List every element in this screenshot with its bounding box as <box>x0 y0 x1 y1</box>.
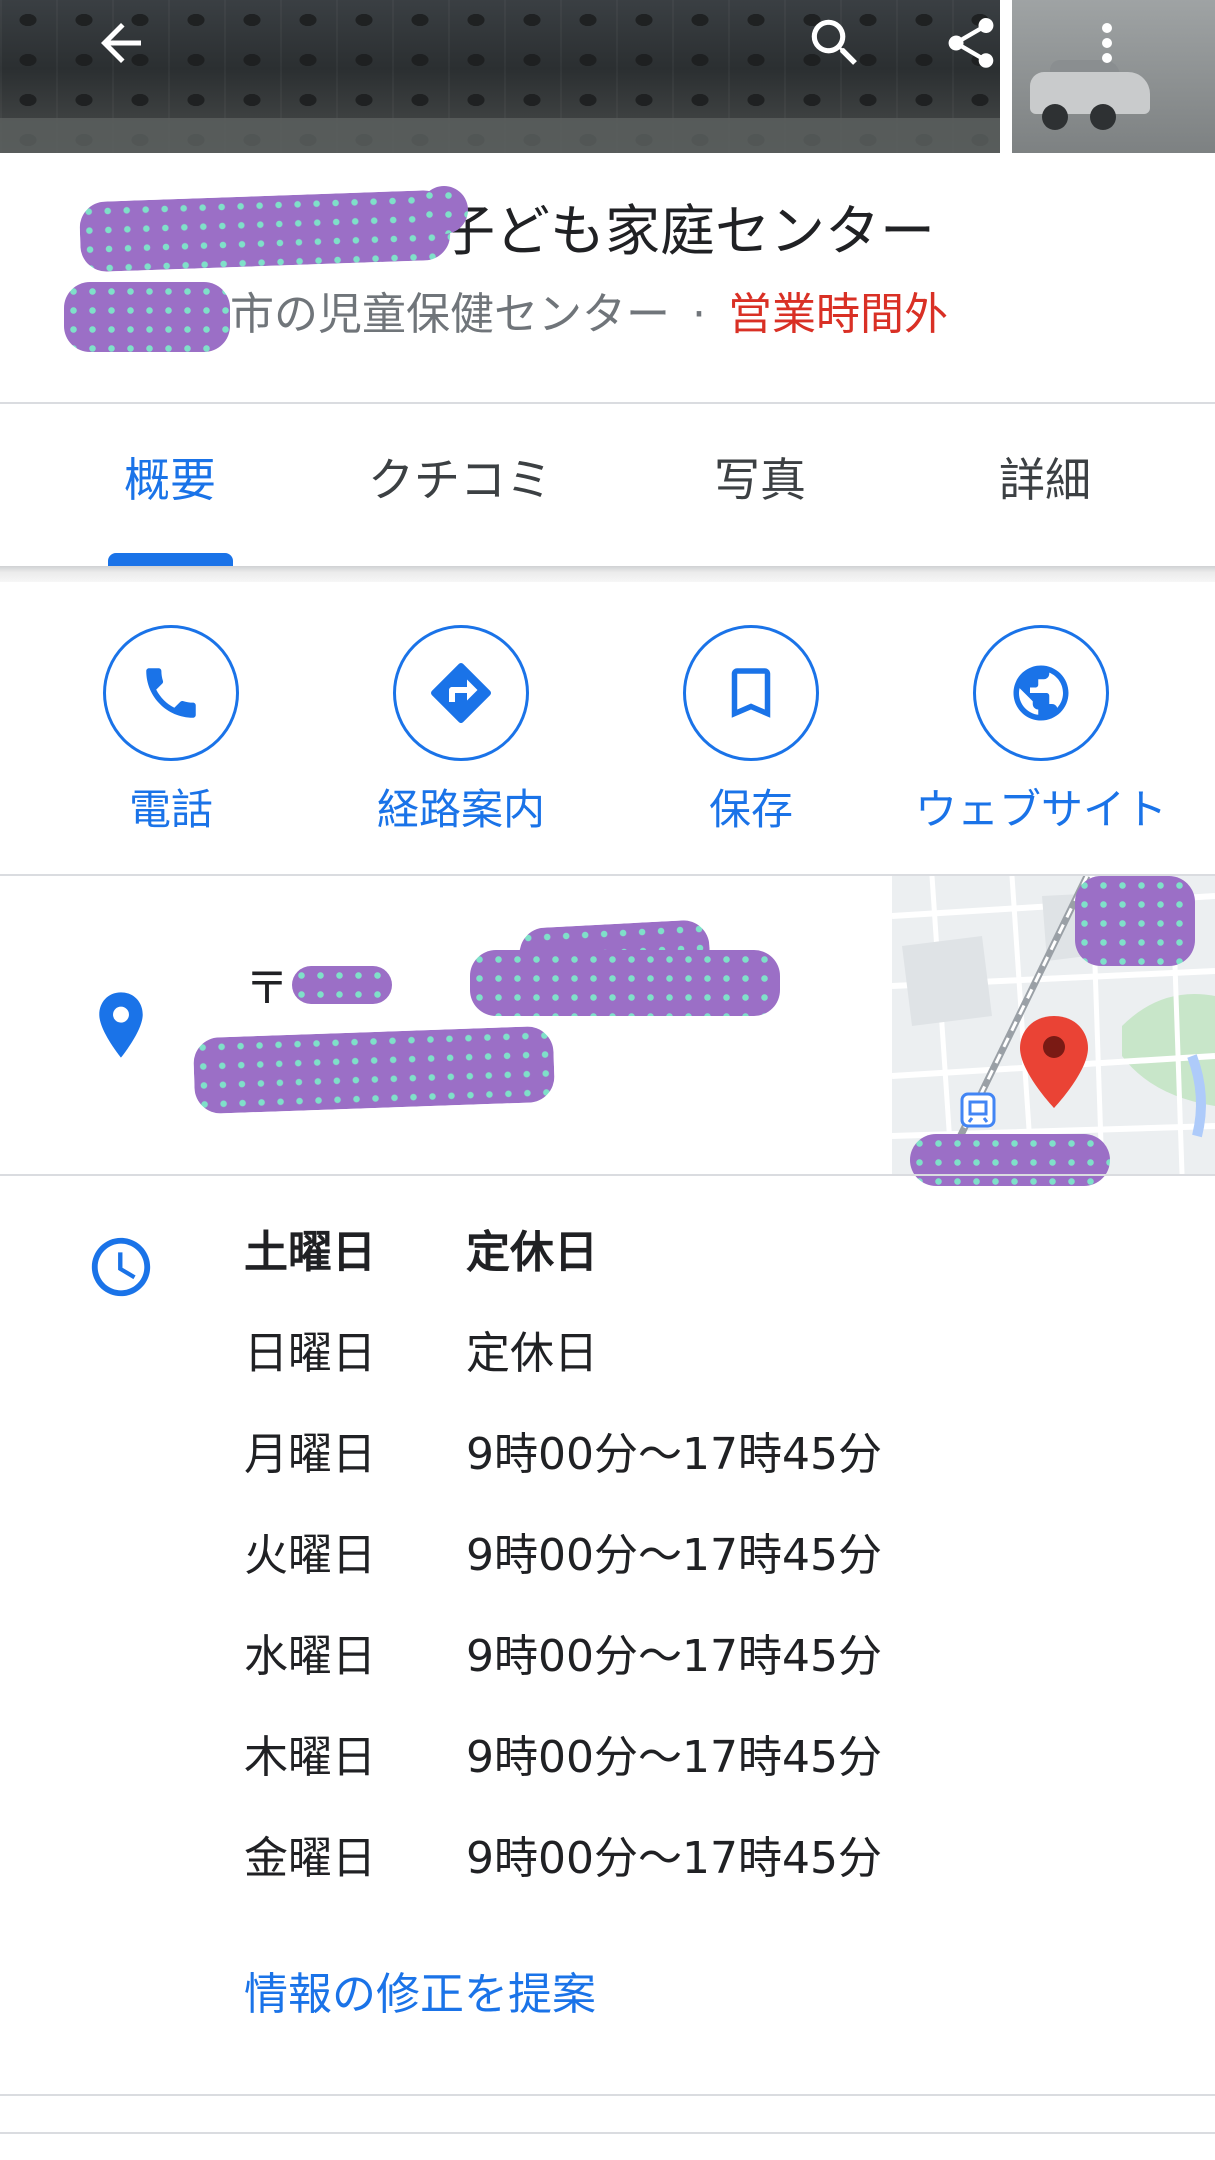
redaction-scribble <box>910 1134 1110 1186</box>
header-photo[interactable] <box>0 0 1215 153</box>
hours-value: 9時00分～17時45分 <box>466 1530 882 1581</box>
hours-day: 日曜日 <box>244 1328 376 1379</box>
hours-value: 定休日 <box>466 1227 598 1278</box>
place-title-text: 子ども家庭センター <box>440 199 936 263</box>
hours-value: 9時00分～17時45分 <box>466 1833 882 1884</box>
hours-day: 木曜日 <box>244 1732 376 1783</box>
directions-label[interactable]: 経路案内 <box>340 782 582 838</box>
divider <box>0 1174 1215 1176</box>
redaction-scribble <box>292 966 392 1004</box>
tab-bar-shadow <box>0 566 1215 582</box>
subtitle-separator: · <box>692 289 706 340</box>
status-badge: 営業時間外 <box>728 289 948 340</box>
tab-reviews-label: クチコミ <box>368 453 552 507</box>
divider <box>0 2094 1215 2096</box>
redaction-scribble <box>64 282 230 352</box>
tab-reviews[interactable]: クチコミ <box>340 440 580 520</box>
redaction-scribble <box>78 189 452 273</box>
hours-value: 定休日 <box>466 1328 598 1379</box>
hours-day: 金曜日 <box>244 1833 376 1884</box>
call-label[interactable]: 電話 <box>70 782 272 838</box>
globe-icon <box>1013 665 1069 721</box>
website-button[interactable] <box>973 625 1109 761</box>
hours-value: 9時00分～17時45分 <box>466 1732 882 1783</box>
tab-details-label: 詳細 <box>999 453 1091 507</box>
tab-details[interactable]: 詳細 <box>945 440 1145 520</box>
redaction-scribble <box>420 186 468 234</box>
hours-day: 水曜日 <box>244 1631 376 1682</box>
more-vert-icon[interactable] <box>1074 10 1140 76</box>
car-wheel <box>1042 104 1068 130</box>
road-strip <box>0 118 1000 153</box>
save-label[interactable]: 保存 <box>650 782 852 838</box>
phone-icon <box>146 668 196 718</box>
tab-photos-label: 写真 <box>714 453 806 507</box>
hours-value: 9時00分～17時45分 <box>466 1429 882 1480</box>
search-icon[interactable] <box>802 10 868 76</box>
hours-value: 9時00分～17時45分 <box>466 1631 882 1682</box>
clock-icon <box>86 1232 156 1306</box>
hours-day: 火曜日 <box>244 1530 376 1581</box>
arrow-back-icon[interactable] <box>88 10 154 76</box>
active-tab-indicator <box>108 553 233 566</box>
divider <box>0 2132 1215 2134</box>
tab-overview[interactable]: 概要 <box>80 440 260 520</box>
tab-photos[interactable]: 写真 <box>660 440 860 520</box>
directions-button[interactable] <box>393 625 529 761</box>
call-button[interactable] <box>103 625 239 761</box>
hours-day: 月曜日 <box>244 1429 376 1480</box>
redaction-scribble <box>1075 876 1195 966</box>
car-wheel <box>1090 104 1116 130</box>
directions-icon <box>431 662 492 723</box>
redaction-scribble <box>470 950 780 1016</box>
suggest-edit-link[interactable]: 情報の修正を提案 <box>244 1966 596 2024</box>
share-icon[interactable] <box>938 10 1004 76</box>
place-category: 市の児童保健センター <box>230 289 670 340</box>
divider <box>0 402 1215 404</box>
tab-overview-label: 概要 <box>124 453 216 507</box>
redaction-scribble <box>192 1025 556 1115</box>
location-pin-icon <box>92 990 150 1064</box>
website-label[interactable]: ウェブサイト <box>900 782 1182 838</box>
save-button[interactable] <box>683 625 819 761</box>
postal-mark: 〒 <box>245 963 289 1014</box>
hours-day: 土曜日 <box>244 1227 376 1278</box>
bookmark-icon <box>731 668 771 718</box>
